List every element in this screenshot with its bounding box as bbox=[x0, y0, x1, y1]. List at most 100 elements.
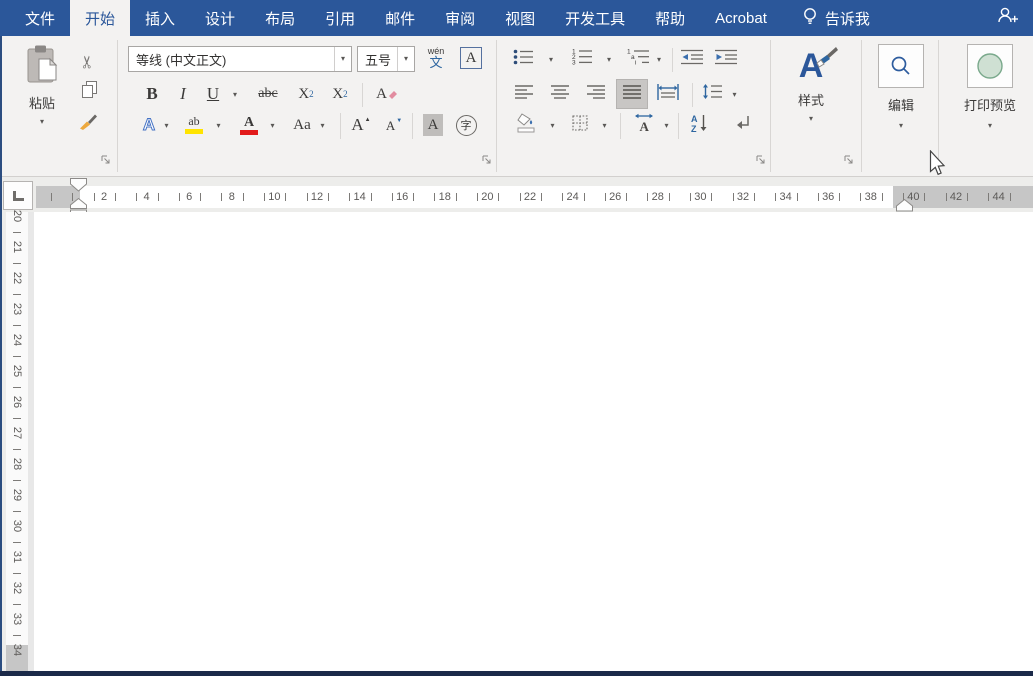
ruler-tick bbox=[51, 193, 52, 201]
increase-indent-button[interactable] bbox=[712, 46, 740, 72]
edit-button[interactable]: 编辑 ▾ bbox=[873, 44, 929, 130]
v-ruler-number: 22 bbox=[9, 267, 25, 289]
enclose-characters-button[interactable]: 字 bbox=[452, 111, 480, 139]
horizontal-ruler[interactable]: 2468101214161820222426283032343638404244 bbox=[36, 186, 1033, 208]
borders-button[interactable] bbox=[566, 111, 594, 139]
highlight-color-button[interactable]: ab bbox=[180, 111, 208, 139]
character-shading-button[interactable]: A bbox=[420, 111, 446, 139]
text-effects-dropdown-arrow[interactable]: ▾ bbox=[160, 116, 173, 136]
paragraph-dialog-launcher-icon[interactable] bbox=[755, 152, 767, 164]
asian-layout-dropdown-arrow[interactable]: ▾ bbox=[660, 116, 673, 136]
align-right-button[interactable] bbox=[582, 81, 610, 107]
borders-dropdown-arrow[interactable]: ▾ bbox=[598, 116, 611, 136]
font-name-dropdown-arrow[interactable]: ▾ bbox=[334, 47, 351, 71]
multilevel-dropdown-arrow[interactable]: ▾ bbox=[652, 50, 666, 70]
tell-me[interactable]: 告诉我 bbox=[790, 0, 882, 36]
change-case-button[interactable]: Aa bbox=[288, 111, 316, 139]
superscript-button[interactable]: X2 bbox=[326, 81, 354, 107]
cut-button[interactable]: ✂ bbox=[76, 50, 100, 74]
tab-acrobat[interactable]: Acrobat bbox=[700, 0, 782, 36]
shading-dropdown-arrow[interactable]: ▾ bbox=[546, 116, 559, 136]
tab-home[interactable]: 开始 bbox=[70, 0, 130, 36]
change-case-dropdown-arrow[interactable]: ▾ bbox=[316, 116, 329, 136]
decrease-indent-button[interactable] bbox=[678, 46, 706, 72]
show-marks-button[interactable] bbox=[728, 111, 758, 139]
underline-button[interactable]: U bbox=[202, 81, 224, 107]
italic-button[interactable]: I bbox=[172, 81, 194, 107]
tab-review[interactable]: 审阅 bbox=[430, 0, 490, 36]
underline-dropdown-arrow[interactable]: ▾ bbox=[228, 85, 242, 105]
tab-view[interactable]: 视图 bbox=[490, 0, 550, 36]
clear-formatting-button[interactable]: A bbox=[372, 81, 402, 107]
font-size-dropdown-arrow[interactable]: ▾ bbox=[397, 47, 414, 71]
font-name-combobox[interactable]: 等线 (中文正文) ▾ bbox=[128, 46, 352, 72]
print-preview-label: 打印预览 bbox=[964, 95, 1016, 114]
asian-layout-button[interactable]: A bbox=[628, 111, 660, 139]
shading-button[interactable] bbox=[512, 111, 542, 139]
distribute-icon bbox=[657, 84, 679, 105]
font-color-button[interactable]: A bbox=[236, 111, 262, 139]
tab-insert[interactable]: 插入 bbox=[130, 0, 190, 36]
ruler-tick bbox=[13, 325, 21, 326]
character-border-button[interactable]: A bbox=[458, 45, 484, 71]
print-preview-dropdown-arrow[interactable]: ▾ bbox=[988, 122, 992, 130]
phonetic-guide-button[interactable]: wén 文 bbox=[422, 42, 450, 74]
ruler-tick bbox=[13, 418, 21, 419]
sort-button[interactable]: AZ bbox=[684, 111, 714, 139]
paste-dropdown-arrow[interactable]: ▾ bbox=[40, 118, 44, 126]
first-line-indent-marker[interactable] bbox=[70, 178, 87, 197]
line-spacing-dropdown-arrow[interactable]: ▾ bbox=[728, 85, 741, 105]
bold-button[interactable]: B bbox=[140, 81, 164, 107]
underline-glyph: U bbox=[207, 84, 219, 104]
tab-layout[interactable]: 布局 bbox=[250, 0, 310, 36]
numbering-button[interactable]: 123 bbox=[566, 46, 596, 72]
tab-help[interactable]: 帮助 bbox=[640, 0, 700, 36]
strikethrough-button[interactable]: abc bbox=[252, 81, 284, 107]
line-spacing-button[interactable] bbox=[698, 81, 726, 107]
edit-dropdown-arrow[interactable]: ▾ bbox=[899, 122, 903, 130]
shrink-font-button[interactable]: A▼ bbox=[382, 113, 406, 139]
highlight-dropdown-arrow[interactable]: ▾ bbox=[212, 116, 225, 136]
subscript-button[interactable]: X2 bbox=[292, 81, 320, 107]
subscript-number: 2 bbox=[309, 89, 314, 99]
align-center-button[interactable] bbox=[546, 81, 574, 107]
paint-bucket-icon bbox=[516, 113, 538, 138]
bullets-button[interactable] bbox=[508, 46, 538, 72]
numbering-dropdown-arrow[interactable]: ▾ bbox=[602, 50, 616, 70]
paste-label: 粘贴 bbox=[29, 93, 55, 112]
styles-button[interactable]: A 样式 ▾ bbox=[781, 44, 841, 123]
paste-button[interactable]: 粘贴 ▾ bbox=[16, 44, 68, 126]
bullets-icon bbox=[513, 49, 533, 70]
justify-button[interactable] bbox=[616, 79, 648, 109]
align-left-button[interactable] bbox=[510, 81, 538, 107]
bullets-dropdown-arrow[interactable]: ▾ bbox=[544, 50, 558, 70]
distribute-button[interactable] bbox=[652, 81, 684, 107]
character-border-icon: A bbox=[460, 47, 482, 69]
word-window: 文件 开始 插入 设计 布局 引用 邮件 审阅 视图 开发工具 帮助 Acrob… bbox=[0, 0, 1033, 676]
svg-text:i: i bbox=[635, 60, 636, 66]
v-ruler-number: 33 bbox=[9, 608, 25, 630]
tab-file[interactable]: 文件 bbox=[10, 0, 70, 36]
font-size-combobox[interactable]: 五号 ▾ bbox=[357, 46, 415, 72]
tab-design[interactable]: 设计 bbox=[190, 0, 250, 36]
tab-developer[interactable]: 开发工具 bbox=[550, 0, 640, 36]
ruler-bar: 2468101214161820222426283032343638404244 bbox=[0, 177, 1033, 212]
font-size-value: 五号 bbox=[358, 50, 397, 69]
tab-mailings[interactable]: 邮件 bbox=[370, 0, 430, 36]
text-effects-button[interactable]: A bbox=[138, 111, 160, 139]
format-painter-button[interactable] bbox=[76, 112, 100, 136]
multilevel-list-button[interactable]: 1ai bbox=[622, 46, 654, 72]
copy-button[interactable] bbox=[78, 80, 100, 104]
font-dialog-launcher-icon[interactable] bbox=[481, 152, 493, 164]
copy-icon bbox=[81, 80, 98, 104]
grow-font-button[interactable]: A▲ bbox=[348, 111, 374, 139]
tab-references[interactable]: 引用 bbox=[310, 0, 370, 36]
styles-dropdown-arrow[interactable]: ▾ bbox=[809, 115, 813, 123]
clipboard-dialog-launcher-icon[interactable] bbox=[100, 152, 112, 164]
styles-dialog-launcher-icon[interactable] bbox=[843, 152, 855, 164]
font-color-dropdown-arrow[interactable]: ▾ bbox=[266, 116, 279, 136]
share-button[interactable] bbox=[983, 0, 1033, 36]
vertical-ruler[interactable]: 202122232425262728293031323334 bbox=[6, 212, 28, 671]
print-preview-button[interactable]: 打印预览 ▾ bbox=[952, 44, 1028, 130]
document-page[interactable] bbox=[34, 212, 1033, 671]
